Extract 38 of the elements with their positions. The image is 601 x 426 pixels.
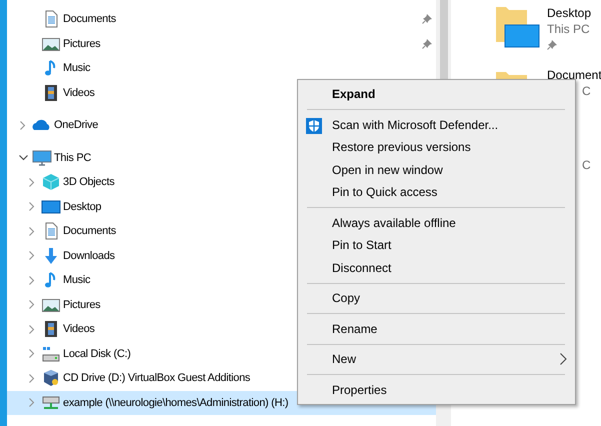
pin-icon xyxy=(422,38,432,49)
item-name: Desktop xyxy=(547,5,592,21)
expand-chevron-icon[interactable] xyxy=(29,276,35,285)
menu-item[interactable]: Restore previous versions xyxy=(298,136,575,158)
cube-icon xyxy=(40,173,62,192)
menu-item[interactable]: Always available offline xyxy=(298,212,575,234)
menu-item[interactable]: Expand xyxy=(298,83,575,106)
collapse-chevron-icon[interactable] xyxy=(18,154,28,161)
expand-chevron-icon[interactable] xyxy=(29,374,35,383)
shield-icon xyxy=(306,118,322,134)
network-drive-icon xyxy=(40,394,62,412)
expand-chevron-icon[interactable] xyxy=(20,120,26,130)
menu-item[interactable]: Copy xyxy=(298,287,575,310)
desktop-icon xyxy=(40,198,62,216)
menu-item[interactable]: Pin to Start xyxy=(298,234,575,256)
menu-item[interactable]: Pin to Quick access xyxy=(298,181,575,204)
expand-chevron-icon[interactable] xyxy=(29,398,35,408)
menu-item[interactable]: Rename xyxy=(298,318,575,340)
item-location: This PC xyxy=(547,21,591,37)
expand-chevron-icon[interactable] xyxy=(29,349,35,358)
menu-item[interactable]: New xyxy=(298,348,575,370)
expand-chevron-icon[interactable] xyxy=(29,178,35,187)
item-location: C xyxy=(581,83,592,99)
drive-icon xyxy=(40,344,62,363)
menu-item[interactable]: Disconnect xyxy=(298,256,575,279)
monitor-icon xyxy=(31,148,53,167)
item-location: C xyxy=(581,157,591,173)
expand-chevron-icon[interactable] xyxy=(29,251,35,260)
tree-item[interactable]: Music xyxy=(7,56,436,80)
expand-chevron-icon[interactable] xyxy=(29,226,35,236)
expand-chevron-icon[interactable] xyxy=(29,202,35,212)
menu-item[interactable]: Open in new window xyxy=(298,158,575,181)
pin-icon xyxy=(422,14,432,24)
tree-item[interactable]: Documents xyxy=(7,7,436,32)
expand-chevron-icon[interactable] xyxy=(29,300,35,310)
tree-item[interactable]: Pictures xyxy=(7,32,436,56)
menu-item[interactable]: Scan with Microsoft Defender... xyxy=(298,114,575,136)
expand-chevron-icon[interactable] xyxy=(29,324,35,334)
